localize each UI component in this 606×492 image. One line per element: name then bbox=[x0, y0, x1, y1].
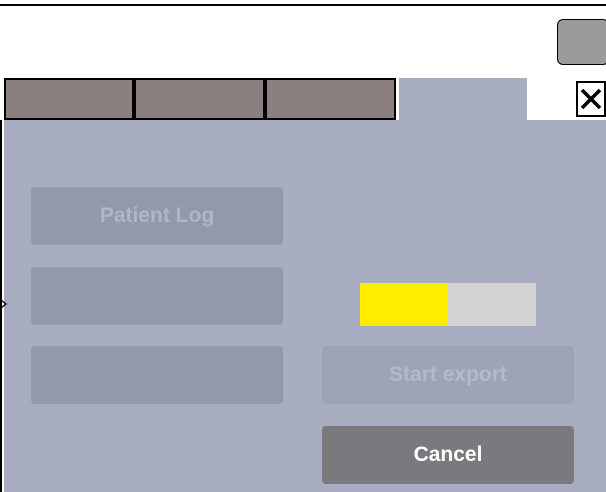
menu-button-3[interactable] bbox=[31, 346, 283, 404]
chevron-right-icon bbox=[0, 299, 8, 309]
top-divider bbox=[0, 4, 606, 6]
tab-4-active[interactable] bbox=[399, 78, 527, 122]
corner-button[interactable] bbox=[557, 19, 606, 65]
start-export-label: Start export bbox=[389, 363, 507, 386]
cancel-button[interactable]: Cancel bbox=[322, 426, 574, 484]
patient-log-label: Patient Log bbox=[99, 204, 215, 227]
tab-2[interactable] bbox=[134, 78, 265, 120]
progress-fill bbox=[360, 283, 448, 326]
start-export-button[interactable]: Start export bbox=[322, 346, 574, 404]
cancel-label: Cancel bbox=[413, 443, 483, 466]
tab-1[interactable] bbox=[4, 78, 134, 120]
close-button[interactable] bbox=[576, 81, 606, 117]
tab-3[interactable] bbox=[265, 78, 396, 120]
patient-log-button[interactable]: Patient Log bbox=[31, 187, 283, 245]
close-icon bbox=[580, 88, 602, 110]
menu-button-2[interactable] bbox=[31, 267, 283, 325]
export-progress-bar bbox=[360, 283, 536, 326]
